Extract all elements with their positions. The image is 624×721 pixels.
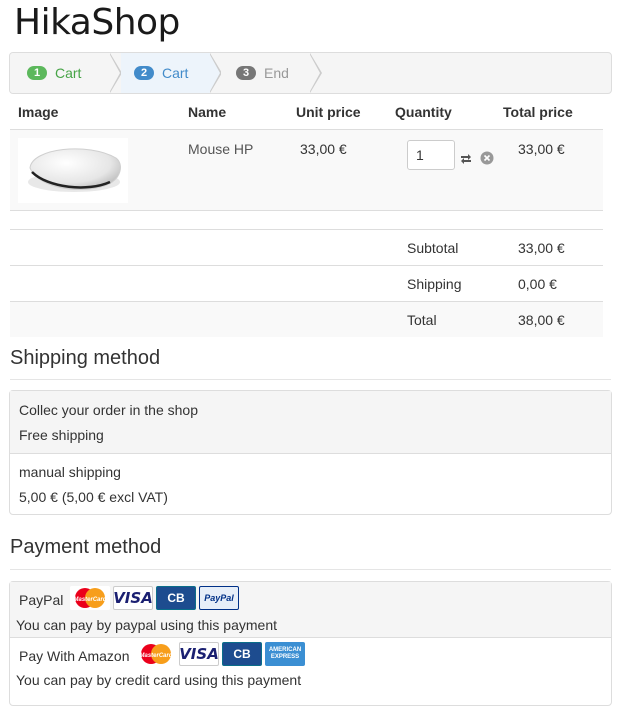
payment-logos: MasterCard VISA CB AMERICAN EXPRESS — [136, 642, 305, 666]
payment-options: PayPal MasterCard VISA CB PayPal You can… — [9, 581, 612, 706]
step-1-number: 1 — [27, 66, 47, 80]
payment-option-name: Pay With Amazon — [19, 648, 130, 664]
product-total-price: 33,00 € — [518, 141, 565, 157]
shipping-option-name: manual shipping — [19, 464, 121, 480]
col-header-quantity: Quantity — [395, 104, 452, 120]
amex-logo: AMERICAN EXPRESS — [265, 642, 305, 666]
shipping-method-title: Shipping method — [10, 347, 161, 369]
amex-text-line1: AMERICAN — [268, 647, 302, 653]
step-2-number: 2 — [134, 66, 154, 80]
product-name[interactable]: Mouse HP — [188, 141, 253, 157]
col-header-total-price: Total price — [503, 104, 573, 120]
step-arrow — [209, 53, 220, 93]
mastercard-text: MasterCard — [73, 597, 106, 603]
step-3-number: 3 — [236, 66, 256, 80]
mastercard-text: MasterCard — [139, 653, 172, 659]
payment-option-amazon[interactable]: Pay With Amazon MasterCard VISA CB AMERI… — [10, 638, 611, 704]
shipping-options: Collec your order in the shop Free shipp… — [9, 390, 612, 515]
product-unit-price: 33,00 € — [300, 141, 347, 157]
product-image[interactable] — [18, 138, 128, 203]
step-3[interactable]: 3 End — [221, 53, 310, 93]
amex-text-line2: EXPRESS — [270, 654, 300, 660]
cb-logo: CB — [222, 642, 262, 666]
shipping-option-name: Collec your order in the shop — [19, 402, 198, 418]
total-value: 38,00 € — [518, 312, 565, 328]
subtotal-value: 33,00 € — [518, 240, 565, 256]
shipping-option-price: Free shipping — [19, 427, 104, 443]
payment-option-name: PayPal — [19, 592, 64, 608]
payment-logos: MasterCard VISA CB PayPal — [70, 586, 239, 610]
shipping-label: Shipping — [407, 276, 462, 292]
payment-option-description: You can pay by credit card using this pa… — [16, 672, 302, 688]
shipping-option-price: 5,00 € (5,00 € excl VAT) — [19, 489, 168, 505]
step-1-label: Cart — [55, 65, 82, 81]
step-1[interactable]: 1 Cart — [10, 53, 110, 93]
remove-icon[interactable] — [480, 151, 494, 165]
shipping-value: 0,00 € — [518, 276, 557, 292]
step-2[interactable]: 2 Cart — [121, 53, 210, 93]
col-header-image: Image — [18, 104, 59, 120]
subtotal-row: Subtotal 33,00 € — [10, 229, 603, 265]
divider — [10, 379, 611, 380]
checkout-steps: 1 Cart 2 Cart 3 End — [9, 52, 612, 94]
total-label: Total — [407, 312, 437, 328]
step-2-label: Cart — [162, 65, 189, 81]
mastercard-logo: MasterCard — [136, 642, 176, 666]
visa-logo: VISA — [113, 586, 153, 610]
payment-option-description: You can pay by paypal using this payment — [16, 617, 277, 633]
mastercard-logo: MasterCard — [70, 586, 110, 610]
step-arrow — [309, 53, 320, 93]
subtotal-label: Subtotal — [407, 240, 459, 256]
quantity-input[interactable] — [407, 140, 455, 170]
paypal-logo: PayPal — [199, 586, 239, 610]
shipping-row: Shipping 0,00 € — [10, 265, 603, 301]
site-title: HikaShop — [14, 2, 180, 43]
visa-logo: VISA — [179, 642, 219, 666]
shipping-option-shop[interactable]: Collec your order in the shop Free shipp… — [10, 391, 611, 453]
payment-method-title: Payment method — [10, 536, 162, 558]
refresh-icon[interactable] — [459, 151, 473, 165]
payment-option-paypal[interactable]: PayPal MasterCard VISA CB PayPal You can… — [10, 582, 611, 637]
col-header-unit-price: Unit price — [296, 104, 361, 120]
shipping-option-manual[interactable]: manual shipping 5,00 € (5,00 € excl VAT) — [10, 454, 611, 514]
step-arrow — [109, 53, 120, 93]
table-row: Mouse HP 33,00 € 33,00 € — [10, 129, 603, 211]
divider — [10, 569, 611, 570]
cb-logo: CB — [156, 586, 196, 610]
col-header-name: Name — [188, 104, 227, 120]
total-row: Total 38,00 € — [10, 301, 603, 337]
step-3-label: End — [264, 65, 289, 81]
